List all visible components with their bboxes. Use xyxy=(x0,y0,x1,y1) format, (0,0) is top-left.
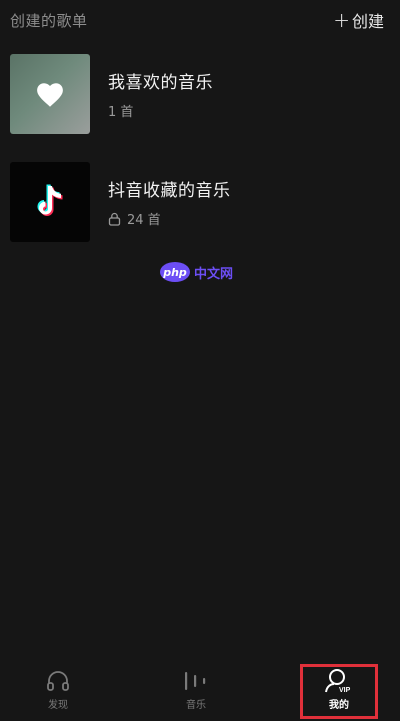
create-playlist-button[interactable]: + 创建 xyxy=(333,8,384,32)
playlist-count: 1 首 xyxy=(108,101,213,120)
create-label: 创建 xyxy=(351,12,384,31)
watermark-text: 中文网 xyxy=(194,266,234,282)
tab-label: 我的 xyxy=(329,700,349,711)
watermark: php 中文网 xyxy=(160,262,233,282)
tab-mine[interactable]: VIP 我的 xyxy=(300,660,378,721)
tab-label: 音乐 xyxy=(186,700,206,711)
plus-icon: + xyxy=(333,8,350,32)
playlist-cover xyxy=(10,162,90,242)
playlist-item-liked[interactable]: 我喜欢的音乐 1 首 xyxy=(10,54,390,134)
headphones-icon xyxy=(47,671,69,691)
lock-icon xyxy=(108,212,121,226)
user-vip-icon: VIP xyxy=(325,669,351,694)
watermark-badge: php xyxy=(160,262,190,282)
tiktok-logo-icon xyxy=(37,184,63,216)
tab-label: 发现 xyxy=(48,700,68,711)
playlist-cover xyxy=(10,54,90,134)
track-count: 24 首 xyxy=(127,213,161,228)
page-title: 创建的歌单 xyxy=(10,12,88,30)
header: 创建的歌单 + 创建 xyxy=(0,0,400,44)
music-bars-icon xyxy=(185,672,206,690)
tab-discover[interactable]: 发现 xyxy=(18,660,98,721)
bottom-tab-bar: 发现 音乐 VIP 我的 xyxy=(0,660,400,721)
playlist-name: 抖音收藏的音乐 xyxy=(108,181,231,201)
playlist-item-tiktok[interactable]: 抖音收藏的音乐 24 首 xyxy=(10,162,390,242)
tab-music[interactable]: 音乐 xyxy=(156,660,236,721)
vip-badge: VIP xyxy=(339,687,351,694)
playlist-name: 我喜欢的音乐 xyxy=(108,73,213,93)
heart-icon xyxy=(37,82,63,107)
track-count: 1 首 xyxy=(108,105,134,120)
playlist-count: 24 首 xyxy=(108,209,231,228)
